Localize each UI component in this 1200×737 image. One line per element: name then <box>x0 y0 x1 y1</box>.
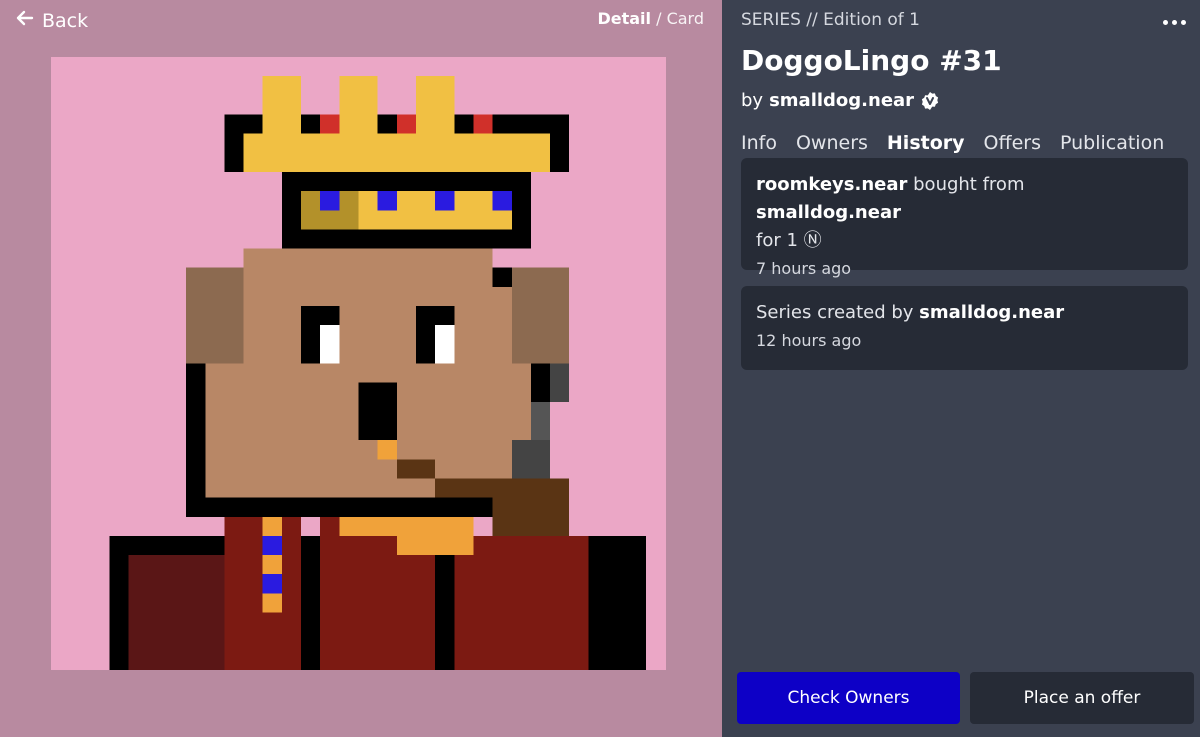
check-owners-button[interactable]: Check Owners <box>737 672 960 724</box>
nft-artwork <box>51 57 666 670</box>
more-options-icon <box>1163 20 1168 25</box>
history-item-text: Series created by smalldog.near <box>756 299 1173 327</box>
view-detail-link[interactable]: Detail <box>597 9 651 28</box>
history-time: 12 hours ago <box>756 331 862 350</box>
tab-publication[interactable]: Publication <box>1060 132 1164 160</box>
series-edition-label: SERIES // Edition of 1 <box>741 10 920 30</box>
tab-offers[interactable]: Offers <box>984 132 1041 160</box>
history-price: for 1 Ⓝ <box>756 230 822 251</box>
creator-byline: by smalldog.near <box>741 90 940 111</box>
tab-owners[interactable]: Owners <box>796 132 868 160</box>
history-time: 7 hours ago <box>756 259 852 278</box>
artwork-panel: Back Detail / Card <box>0 0 722 737</box>
more-options-button[interactable] <box>1163 20 1186 25</box>
creator-link[interactable]: smalldog.near <box>769 90 914 111</box>
seller-link[interactable]: smalldog.near <box>756 202 901 223</box>
history-action: Series created by <box>756 302 920 323</box>
detail-tabs: Info Owners History Offers Publication <box>741 132 1164 160</box>
buyer-link[interactable]: roomkeys.near <box>756 174 907 195</box>
verified-badge-icon <box>920 91 940 111</box>
tab-info[interactable]: Info <box>741 132 777 160</box>
details-panel: SERIES // Edition of 1 DoggoLingo #31 by… <box>722 0 1200 737</box>
view-separator: / <box>656 9 662 28</box>
pixel-art-dog-king <box>109 76 646 670</box>
place-offer-button[interactable]: Place an offer <box>970 672 1194 724</box>
history-item: Series created by smalldog.near 12 hours… <box>741 286 1188 370</box>
token-title: DoggoLingo #31 <box>741 44 1002 77</box>
view-card-link[interactable]: Card <box>667 9 704 28</box>
history-action: bought from <box>907 174 1025 195</box>
back-button[interactable]: Back <box>14 8 88 33</box>
history-item: roomkeys.near bought from smalldog.near … <box>741 158 1188 278</box>
creator-link[interactable]: smalldog.near <box>919 302 1064 323</box>
by-prefix: by <box>741 90 764 111</box>
back-label: Back <box>42 9 89 32</box>
view-toggle: Detail / Card <box>597 9 704 28</box>
back-arrow-icon <box>14 8 34 33</box>
tab-history[interactable]: History <box>886 132 965 160</box>
history-item-text: roomkeys.near bought from smalldog.near <box>756 171 1173 227</box>
